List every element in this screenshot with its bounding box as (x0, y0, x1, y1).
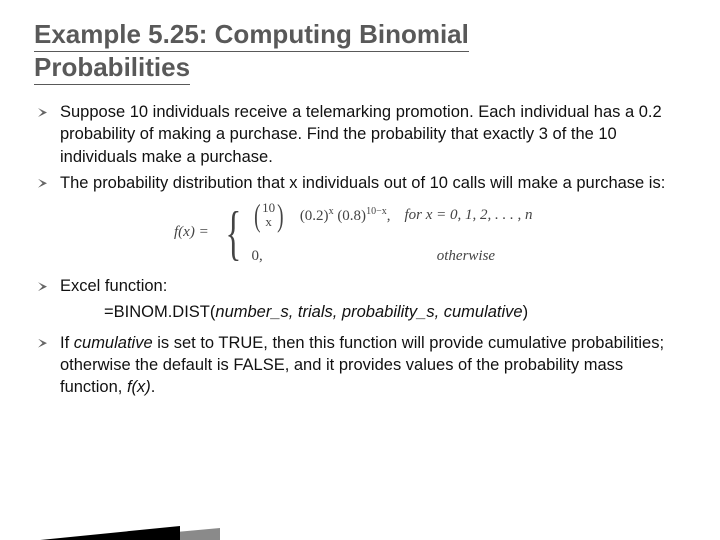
formula-lhs: f(x) = (174, 224, 209, 241)
title-line-1: Example 5.25: Computing Binomial (34, 19, 469, 52)
bullet-2: The probability distribution that x indi… (34, 172, 686, 194)
wedge-front (0, 526, 180, 540)
body-list-2: Excel function: (34, 275, 686, 297)
decorative-wedge (0, 480, 240, 540)
term-1: (0.2)x (0.8)10−x, (300, 206, 391, 225)
slide-title: Example 5.25: Computing Binomial Probabi… (34, 18, 686, 83)
case-1: ( 10 x ) (0.2)x (0.8)10−x, for x = 0, 1,… (252, 200, 533, 230)
case-2-cond: otherwise (437, 248, 495, 265)
wedge-back (0, 528, 220, 540)
binom-coeff: ( 10 x ) (252, 200, 286, 230)
formula-cases: ( 10 x ) (0.2)x (0.8)10−x, for x = 0, 1,… (252, 200, 533, 265)
bullet-1: Suppose 10 individuals receive a telemar… (34, 101, 686, 168)
bullet-4-ital2: f(x) (127, 378, 151, 396)
bullet-2-text: The probability distribution that x indi… (60, 174, 665, 192)
excel-suffix: ) (523, 303, 529, 321)
slide: Example 5.25: Computing Binomial Probabi… (0, 0, 720, 540)
binom-bot: x (262, 215, 275, 229)
brace-icon: { (225, 203, 241, 263)
body-list-3: If cumulative is set to TRUE, then this … (34, 332, 686, 399)
binom-top: 10 (262, 201, 275, 215)
case-2: 0, otherwise (252, 248, 533, 265)
excel-function: =BINOM.DIST(number_s, trials, probabilit… (104, 301, 686, 323)
title-line-2: Probabilities (34, 52, 190, 85)
bullet-1-text: Suppose 10 individuals receive a telemar… (60, 103, 662, 166)
excel-prefix: =BINOM.DIST( (104, 303, 215, 321)
body-list: Suppose 10 individuals receive a telemar… (34, 101, 686, 194)
bullet-4: If cumulative is set to TRUE, then this … (34, 332, 686, 399)
bullet-4-end: . (151, 378, 156, 396)
case-2-zero: 0, (252, 248, 263, 265)
bullet-3-text: Excel function: (60, 277, 167, 295)
case-1-cond: for x = 0, 1, 2, . . . , n (404, 207, 532, 224)
bullet-4-pre: If (60, 334, 74, 352)
bullet-3: Excel function: (34, 275, 686, 297)
excel-args: number_s, trials, probability_s, cumulat… (215, 303, 522, 321)
bullet-4-ital: cumulative (74, 334, 153, 352)
formula: f(x) = { ( 10 x ) (0.2)x (0.8)10−x, for … (174, 200, 686, 265)
